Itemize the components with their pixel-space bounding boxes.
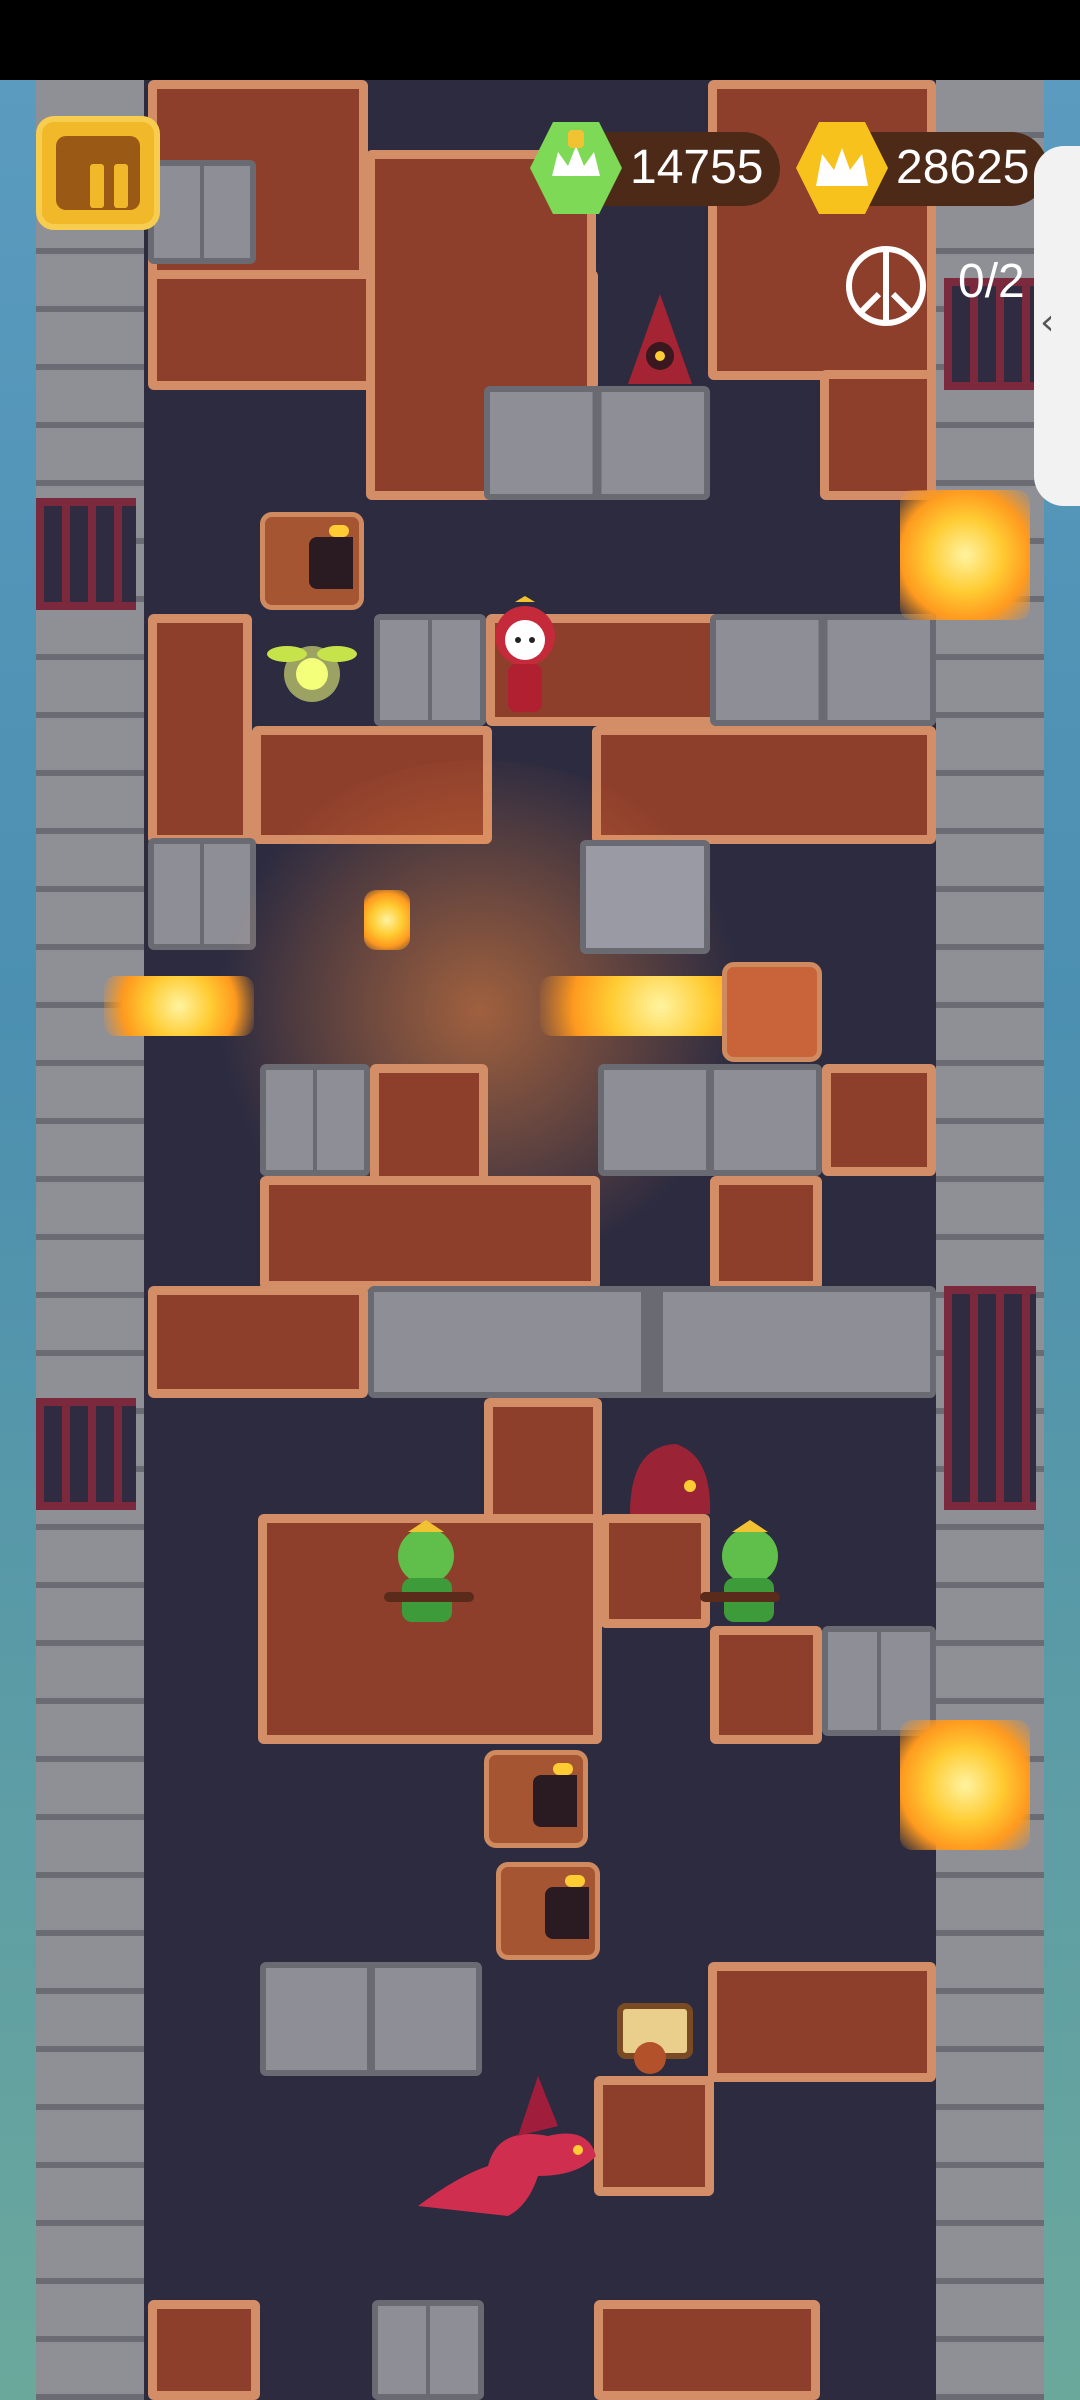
trap-eye [329,525,349,537]
left-gate-bottom [36,1398,136,1510]
pause-icon [56,136,140,210]
trap-eye [553,1763,573,1775]
dirt-block [260,1176,600,1290]
peace-line-left [856,291,882,317]
fire-blast-left [104,976,254,1036]
trap-mouth [533,1775,577,1827]
green-currency-value: 14755 [630,141,764,194]
fire-spitter-trap [722,962,822,1062]
pause-bar-right [114,164,128,208]
dirt-block [148,614,252,844]
sparkle-burst [900,490,1030,620]
peace-line-vertical [883,252,889,320]
dirt-block [820,370,936,500]
trap-mouth [545,1887,589,1939]
stone-block [710,614,936,726]
system-status-bar [0,0,1080,80]
chomper-trap [484,1750,588,1848]
crown-glyph [816,148,868,186]
peace-line-right [890,291,916,317]
dirt-block [710,1176,822,1290]
pause-button[interactable] [36,116,160,230]
treasure-chest [617,2003,693,2074]
crown-glyph [552,130,600,176]
chomper-trap [260,512,364,610]
dirt-block [148,1286,368,1398]
stone-block [368,1286,936,1398]
gold-currency-value: 28625 [896,141,1030,194]
dirt-block [594,2300,820,2400]
firefly-lantern [267,646,357,702]
green-orc-left [384,1520,474,1622]
side-panel-tab[interactable]: ‹ [1034,146,1080,506]
right-gate-bottom [944,1286,1036,1510]
stone-block [484,386,710,500]
stone-block [260,1064,370,1176]
stone-block [148,160,256,264]
dirt-block [594,2076,714,2196]
objective-counter: 0/2 [958,255,1025,308]
peace-sign-icon [846,246,926,326]
trap-eye [565,1875,585,1887]
dirt-block [710,1626,822,1744]
dirt-block [148,2300,260,2400]
dirt-block [708,1962,936,2082]
green-orc-right [700,1520,780,1622]
metal-door [580,840,710,954]
stone-block [260,1962,482,2076]
tower-left-wall [36,80,144,2400]
trap-mouth [309,537,353,589]
hero-knight [495,596,555,712]
stone-block [372,2300,484,2400]
tower-right-wall [936,80,1044,2400]
stone-block [598,1064,822,1176]
torch-icon [364,890,410,950]
red-boar-enemy [630,1444,711,1514]
stone-block [374,614,486,726]
hooded-cultist [628,294,692,384]
sparkle-burst [900,1720,1030,1850]
dirt-block [822,1064,936,1176]
chomper-trap [496,1862,600,1960]
pause-bar-left [90,164,104,208]
left-gate-top [36,498,136,610]
chevron-left-icon: ‹ [1040,302,1055,343]
red-dragon [418,2076,596,2216]
